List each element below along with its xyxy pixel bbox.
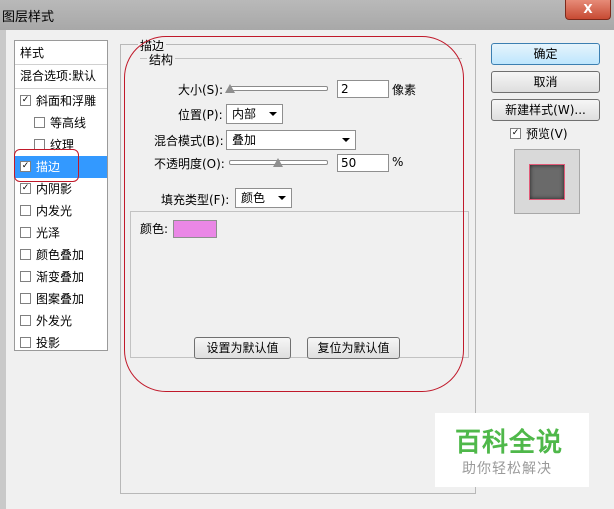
style-item-bevel-emboss[interactable]: ✓ 斜面和浮雕 bbox=[15, 90, 107, 112]
style-item-label: 渐变叠加 bbox=[36, 270, 85, 284]
cancel-button[interactable]: 取消 bbox=[491, 71, 600, 93]
style-item-label: 斜面和浮雕 bbox=[36, 94, 97, 108]
new-style-button[interactable]: 新建样式(W)... bbox=[491, 99, 600, 121]
style-item-label: 图案叠加 bbox=[36, 292, 85, 306]
style-item-inner-glow[interactable]: 内发光 bbox=[15, 200, 107, 222]
annotation-circle bbox=[124, 36, 464, 392]
checkbox[interactable] bbox=[20, 249, 31, 260]
watermark: 百科全说 助你轻松解决 bbox=[435, 413, 589, 487]
checkbox[interactable] bbox=[20, 205, 31, 216]
window-title: 图层样式 bbox=[2, 10, 55, 25]
style-item-label: 外发光 bbox=[36, 314, 73, 328]
checkbox[interactable]: ✓ bbox=[20, 95, 31, 106]
style-item-color-overlay[interactable]: 颜色叠加 bbox=[15, 244, 107, 266]
dialog-client: 样式 混合选项:默认 ✓ 斜面和浮雕 等高线 纹理 ✓ 描边 ✓ 内阴影 内发光 bbox=[6, 30, 614, 509]
close-button[interactable]: X bbox=[565, 0, 611, 20]
preview-label: 预览(V) bbox=[526, 127, 568, 141]
style-item-label: 投影 bbox=[36, 336, 61, 350]
style-item-drop-shadow[interactable]: 投影 bbox=[15, 332, 107, 354]
list-divider bbox=[15, 88, 107, 89]
watermark-subtitle: 助你轻松解决 bbox=[462, 461, 552, 477]
style-item-contour[interactable]: 等高线 bbox=[15, 112, 107, 134]
checkbox[interactable] bbox=[20, 337, 31, 348]
title-bar[interactable]: 图层样式 X bbox=[0, 0, 614, 30]
checkbox[interactable] bbox=[34, 117, 45, 128]
watermark-title: 百科全说 bbox=[455, 428, 564, 458]
checkbox[interactable] bbox=[20, 315, 31, 326]
style-item-satin[interactable]: 光泽 bbox=[15, 222, 107, 244]
blend-options-item[interactable]: 混合选项:默认 bbox=[15, 65, 107, 87]
close-icon: X bbox=[583, 2, 593, 16]
checkbox[interactable] bbox=[20, 271, 31, 282]
preview-thumbnail bbox=[514, 149, 580, 214]
style-item-label: 颜色叠加 bbox=[36, 248, 85, 262]
styles-list: 样式 混合选项:默认 ✓ 斜面和浮雕 等高线 纹理 ✓ 描边 ✓ 内阴影 内发光 bbox=[14, 40, 108, 351]
ok-button[interactable]: 确定 bbox=[491, 43, 600, 65]
preview-checkbox[interactable]: ✓ bbox=[510, 128, 521, 139]
style-item-label: 等高线 bbox=[50, 116, 87, 130]
style-item-label: 光泽 bbox=[36, 226, 61, 240]
checkbox[interactable] bbox=[20, 227, 31, 238]
style-item-label: 内发光 bbox=[36, 204, 73, 218]
annotation-rect bbox=[14, 149, 79, 182]
style-item-outer-glow[interactable]: 外发光 bbox=[15, 310, 107, 332]
style-item-pattern-overlay[interactable]: 图案叠加 bbox=[15, 288, 107, 310]
checkbox[interactable] bbox=[20, 293, 31, 304]
checkbox[interactable]: ✓ bbox=[20, 183, 31, 194]
style-item-gradient-overlay[interactable]: 渐变叠加 bbox=[15, 266, 107, 288]
preview-swatch bbox=[529, 164, 565, 200]
styles-header[interactable]: 样式 bbox=[15, 42, 107, 64]
